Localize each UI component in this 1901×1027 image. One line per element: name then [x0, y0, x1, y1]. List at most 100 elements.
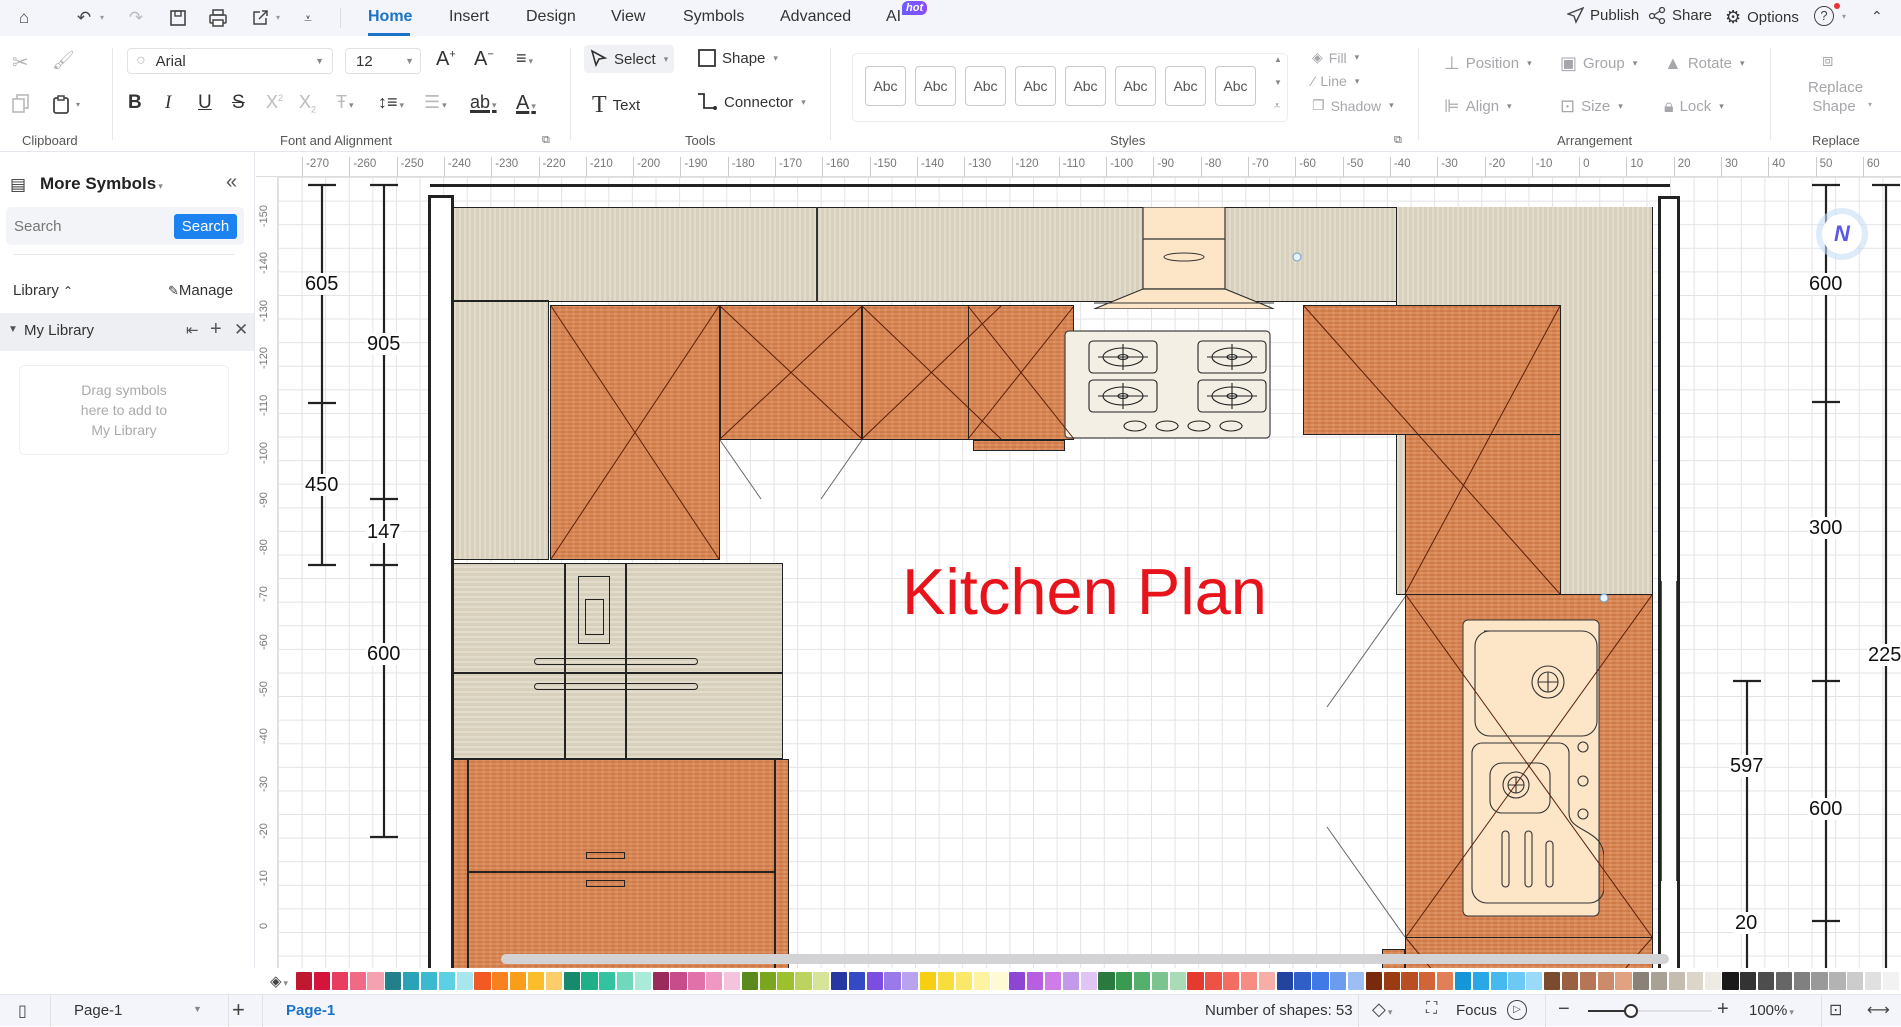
- options-button[interactable]: ⚙ Options: [1725, 7, 1799, 28]
- paste-icon[interactable]: [52, 94, 70, 119]
- dimension-label[interactable]: 147: [366, 521, 402, 543]
- collapse-ribbon-icon[interactable]: ⌃: [1871, 8, 1883, 25]
- focus-button[interactable]: Focus: [1456, 1002, 1497, 1019]
- color-swatch[interactable]: [830, 972, 848, 990]
- color-swatch[interactable]: [741, 972, 759, 990]
- color-swatch[interactable]: [385, 972, 402, 990]
- color-swatch[interactable]: [1044, 972, 1062, 990]
- style-swatch[interactable]: Abc: [1015, 66, 1056, 106]
- publish-button[interactable]: Publish: [1567, 7, 1639, 24]
- replace-dropdown-caret[interactable]: ▾: [1868, 100, 1872, 109]
- save-icon[interactable]: [166, 6, 190, 30]
- color-swatch[interactable]: [296, 972, 313, 990]
- color-swatch[interactable]: [331, 972, 348, 990]
- color-swatch[interactable]: [1347, 972, 1365, 990]
- dimension-label[interactable]: 597: [1729, 755, 1765, 777]
- color-swatch[interactable]: [1169, 972, 1186, 990]
- color-swatch[interactable]: [973, 972, 990, 990]
- color-swatch[interactable]: [1597, 972, 1614, 990]
- font-color-icon[interactable]: A ▾: [516, 92, 536, 115]
- color-swatch[interactable]: [1027, 972, 1044, 990]
- line-spacing-icon[interactable]: ↕≡ ▾: [378, 92, 404, 113]
- color-swatch[interactable]: [474, 972, 491, 990]
- italic-icon[interactable]: I: [165, 92, 171, 114]
- color-swatch[interactable]: [1829, 972, 1846, 990]
- style-swatch[interactable]: Abc: [965, 66, 1006, 106]
- color-swatch[interactable]: [1330, 972, 1347, 990]
- color-swatch[interactable]: [652, 972, 669, 990]
- color-swatch[interactable]: [1864, 972, 1882, 990]
- color-swatch[interactable]: [313, 972, 331, 990]
- home-icon[interactable]: ⌂: [12, 6, 36, 30]
- gallery-scroll-up-icon[interactable]: ▲: [1274, 55, 1282, 64]
- color-swatch[interactable]: [1116, 972, 1133, 990]
- vertical-ruler[interactable]: -150 -140 -130 -120 -110 -100 -90 -80 -70 -60 -50-…: [256, 177, 278, 968]
- color-swatch[interactable]: [1383, 972, 1400, 990]
- gallery-scroll-down-icon[interactable]: ▼: [1274, 78, 1282, 87]
- color-swatch[interactable]: [403, 972, 420, 990]
- color-swatch[interactable]: [1437, 972, 1454, 990]
- color-swatch[interactable]: [1151, 972, 1169, 990]
- dimension-label[interactable]: 905: [366, 333, 402, 355]
- color-swatch[interactable]: [1187, 972, 1204, 990]
- zoom-level-select[interactable]: 100% ▾: [1749, 1002, 1794, 1019]
- zoom-slider[interactable]: [1588, 1004, 1712, 1018]
- strikethrough-icon[interactable]: S: [232, 92, 245, 114]
- my-library-header[interactable]: ▼ My Library ⇤ + ✕: [0, 313, 254, 351]
- color-swatch[interactable]: [1847, 972, 1864, 990]
- color-swatch[interactable]: [545, 972, 562, 990]
- dimension-label[interactable]: 605: [304, 273, 340, 295]
- tab-view[interactable]: View: [611, 8, 645, 26]
- color-swatch[interactable]: [1544, 972, 1561, 990]
- import-icon[interactable]: ⇤: [186, 321, 199, 339]
- color-swatch[interactable]: [706, 972, 723, 990]
- color-swatch[interactable]: [1686, 972, 1703, 990]
- color-swatch[interactable]: [1401, 972, 1418, 990]
- style-swatch[interactable]: Abc: [1065, 66, 1106, 106]
- dimension-label[interactable]: 600: [1808, 273, 1844, 295]
- zoom-in-icon[interactable]: +: [1717, 998, 1729, 1021]
- color-swatch[interactable]: [955, 972, 972, 990]
- color-swatch[interactable]: [563, 972, 580, 990]
- tab-design[interactable]: Design: [526, 8, 576, 26]
- color-swatch[interactable]: [616, 972, 634, 990]
- shadow-button[interactable]: ❐ Shadow ▾: [1312, 97, 1394, 114]
- color-swatch[interactable]: [848, 972, 865, 990]
- color-swatch[interactable]: [866, 972, 883, 990]
- zoom-out-icon[interactable]: −: [1558, 998, 1570, 1021]
- color-swatch[interactable]: [349, 972, 366, 990]
- style-swatch[interactable]: Abc: [1165, 66, 1206, 106]
- undo-icon[interactable]: ↶: [72, 6, 96, 30]
- tab-symbols[interactable]: Symbols: [683, 8, 744, 26]
- color-swatch[interactable]: [1098, 972, 1115, 990]
- text-tool-button[interactable]: T Text: [592, 92, 640, 119]
- color-swatch[interactable]: [1757, 972, 1775, 990]
- color-swatch[interactable]: [527, 972, 545, 990]
- color-swatch[interactable]: [1526, 972, 1543, 990]
- page-select-caret[interactable]: ▼: [193, 1004, 202, 1014]
- color-swatch[interactable]: [581, 972, 598, 990]
- page-panel-toggle-icon[interactable]: ▯: [18, 1001, 27, 1021]
- underline-icon[interactable]: U: [198, 92, 212, 114]
- play-icon[interactable]: ▷: [1507, 1000, 1527, 1020]
- color-swatch[interactable]: [1668, 972, 1686, 990]
- focus-icon[interactable]: ⛶: [1426, 1000, 1437, 1018]
- tab-ai[interactable]: AI: [886, 8, 901, 26]
- color-swatch[interactable]: [1882, 972, 1900, 990]
- color-swatch[interactable]: [1722, 972, 1739, 990]
- ai-assistant-button[interactable]: N: [1816, 208, 1868, 260]
- color-swatch[interactable]: [1080, 972, 1097, 990]
- color-swatch[interactable]: [1365, 972, 1382, 990]
- text-case-icon[interactable]: Ŧ ▾: [336, 92, 354, 113]
- color-swatch[interactable]: [1740, 972, 1757, 990]
- style-swatch[interactable]: Abc: [1115, 66, 1156, 106]
- color-swatch[interactable]: [1490, 972, 1507, 990]
- color-swatch[interactable]: [510, 972, 527, 990]
- align-button[interactable]: ⊫ Align ▾: [1444, 96, 1512, 117]
- style-swatch[interactable]: Abc: [865, 66, 906, 106]
- color-swatch[interactable]: [920, 972, 937, 990]
- color-swatch[interactable]: [1009, 972, 1026, 990]
- subscript-icon[interactable]: X2: [299, 92, 316, 115]
- zoom-slider-handle[interactable]: [1624, 1004, 1639, 1018]
- tab-advanced[interactable]: Advanced: [780, 8, 851, 26]
